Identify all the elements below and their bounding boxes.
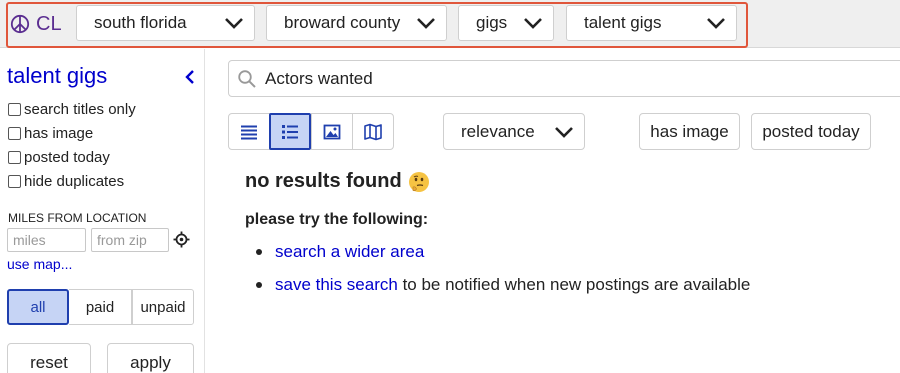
checkbox[interactable] [8,126,21,140]
breadcrumb-label: south florida [94,13,187,32]
list-detail-icon [282,124,298,139]
no-results-text: no results found [245,170,402,192]
pay-option-unpaid[interactable]: unpaid [132,289,194,325]
breadcrumb-subregion-select[interactable]: broward county [266,5,447,41]
chevron-down-icon [524,18,542,29]
try-following-text: please try the following: [245,211,429,228]
pay-option-paid[interactable]: paid [69,289,132,325]
view-gallery-button[interactable] [311,113,353,150]
chevron-down-icon [417,18,435,29]
checkbox[interactable] [8,102,21,116]
use-map-link[interactable]: use map... [7,256,72,272]
search-input[interactable]: Actors wanted [228,60,900,97]
search-query: Actors wanted [265,68,373,88]
miles-input[interactable] [7,228,86,252]
chevron-down-icon [225,18,243,29]
bullet [256,249,262,255]
checkbox[interactable] [8,174,21,188]
checkbox[interactable] [8,150,21,164]
list-compact-icon [241,125,257,139]
breadcrumb-label: gigs [476,13,508,32]
map-icon [364,123,382,140]
zip-input[interactable] [91,228,169,252]
sort-value: relevance [461,121,535,141]
pay-option-all[interactable]: all [7,289,69,325]
reset-button[interactable]: reset [7,343,91,373]
miles-from-location-label: MILES FROM LOCATION [8,211,147,225]
logo-text: CL [36,12,62,35]
peace-icon [10,14,30,34]
filter-label: has image [24,124,94,142]
filter-has-image[interactable]: has image [8,123,93,143]
chevron-down-icon [555,126,573,138]
filter-search-titles-only[interactable]: search titles only [8,99,136,119]
top-breadcrumb-bar: CL south florida broward county gigs tal… [0,0,900,48]
filter-label: posted today [24,148,110,166]
bullet [256,282,262,288]
filter-hide-duplicates[interactable]: hide duplicates [8,171,124,191]
suggestion-item: search a wider area [256,242,424,262]
posted-today-button[interactable]: posted today [751,113,871,150]
craigslist-logo[interactable]: CL [10,12,62,36]
sidebar-title: talent gigs [7,63,108,88]
thinking-face-icon [408,171,429,192]
breadcrumb-label: broward county [284,13,401,32]
breadcrumb-subcategory-select[interactable]: talent gigs [566,5,737,41]
apply-button[interactable]: apply [107,343,194,373]
no-results-heading: no results found [245,170,430,193]
sort-select[interactable]: relevance [443,113,585,150]
breadcrumb-category-select[interactable]: gigs [458,5,554,41]
gallery-icon [323,124,341,139]
suggestion-text: to be notified when new postings are ava… [397,275,751,294]
chevron-down-icon [707,18,725,29]
has-image-button[interactable]: has image [639,113,740,150]
save-this-search-link[interactable]: save this search [275,275,398,295]
collapse-sidebar-icon[interactable] [183,68,197,86]
filter-sidebar: talent gigs search titles only has image… [0,49,205,373]
view-map-button[interactable] [352,113,394,150]
filter-posted-today[interactable]: posted today [8,147,110,167]
suggestion-item: save this search to be notified when new… [256,275,750,295]
view-list-detail-button[interactable] [269,113,311,150]
search-wider-area-link[interactable]: search a wider area [275,242,424,262]
filter-label: hide duplicates [24,172,125,190]
breadcrumb-region-select[interactable]: south florida [76,5,255,41]
search-icon [238,69,256,88]
filter-label: search titles only [24,100,136,118]
view-list-compact-button[interactable] [228,113,270,150]
breadcrumb-label: talent gigs [584,13,662,32]
locate-me-icon[interactable] [173,231,190,248]
